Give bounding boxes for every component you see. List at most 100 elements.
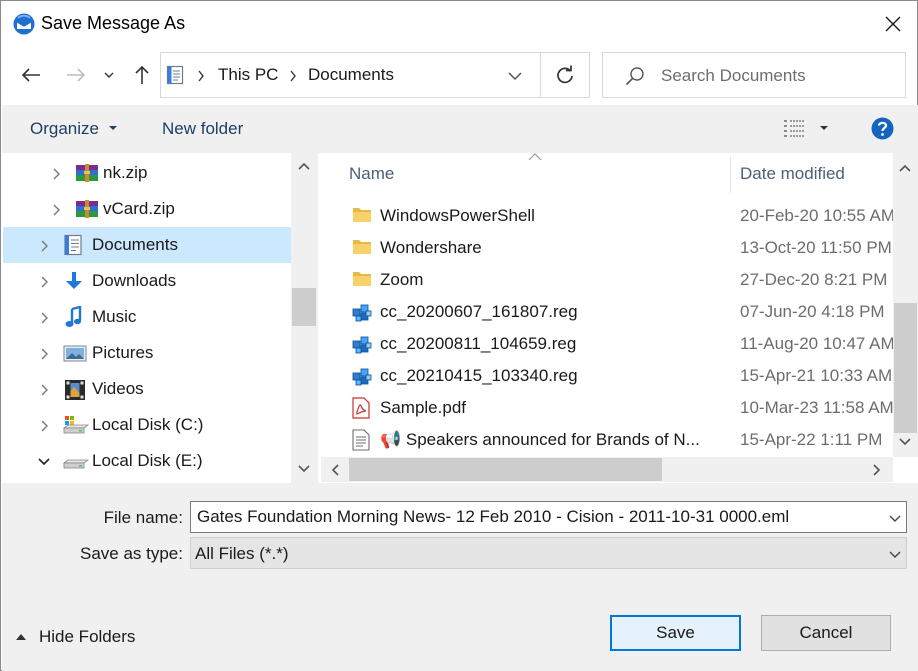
file-name-label: File name: bbox=[103, 508, 183, 527]
close-button[interactable] bbox=[873, 7, 913, 41]
local-disk-c-icon bbox=[62, 414, 90, 436]
breadcrumb-documents[interactable]: Documents bbox=[308, 65, 394, 85]
nav-item-nk-zip[interactable]: nk.zip bbox=[3, 155, 292, 191]
nav-item-label: Pictures bbox=[92, 343, 154, 362]
save-as-type-value: All Files (*.*) bbox=[195, 544, 289, 563]
navigation-pane-scrollbar[interactable] bbox=[291, 153, 318, 483]
column-header-name[interactable]: Name bbox=[349, 153, 729, 195]
column-header-date-modified[interactable]: Date modified bbox=[740, 153, 900, 195]
folder-icon bbox=[351, 269, 373, 291]
registry-file-icon bbox=[351, 333, 373, 355]
search-icon bbox=[625, 67, 644, 86]
arrow-left-icon bbox=[21, 68, 40, 82]
chevron-right-icon[interactable] bbox=[37, 274, 51, 288]
nav-item-videos[interactable]: Videos bbox=[3, 371, 292, 407]
nav-item-label: vCard.zip bbox=[103, 199, 175, 218]
nav-item-local-disk-e[interactable]: Local Disk (E:) bbox=[3, 443, 292, 479]
file-name-input[interactable] bbox=[197, 505, 877, 529]
scroll-up-arrow-icon[interactable] bbox=[899, 164, 911, 172]
horizontal-scroll-thumb[interactable] bbox=[349, 458, 662, 481]
file-date-modified: 15-Apr-22 1:11 PM bbox=[740, 430, 883, 449]
zip-archive-icon bbox=[75, 162, 98, 184]
chevron-right-icon[interactable] bbox=[49, 202, 63, 216]
file-row[interactable]: cc_20200811_104659.reg 11-Aug-20 10:47 AM bbox=[321, 328, 893, 360]
help-button[interactable] bbox=[871, 117, 894, 140]
search-box bbox=[602, 52, 906, 98]
chevron-right-icon[interactable] bbox=[37, 310, 51, 324]
cancel-button[interactable]: Cancel bbox=[761, 615, 891, 651]
chevron-right-icon[interactable] bbox=[37, 238, 51, 252]
close-icon bbox=[885, 16, 901, 32]
nav-item-label: Downloads bbox=[92, 271, 177, 290]
forward-button[interactable] bbox=[61, 59, 91, 91]
view-options-button[interactable] bbox=[781, 118, 831, 140]
file-row[interactable]: Sample.pdf 10-Mar-23 11:58 AM bbox=[321, 392, 893, 424]
save-as-type-dropdown[interactable]: All Files (*.*) bbox=[190, 537, 907, 569]
file-row[interactable]: cc_20210415_103340.reg 15-Apr-21 10:33 AM bbox=[321, 360, 893, 392]
videos-icon bbox=[63, 378, 85, 400]
text-file-icon bbox=[351, 429, 373, 451]
back-button[interactable] bbox=[16, 59, 46, 91]
zip-archive-icon bbox=[75, 198, 98, 220]
file-list-vertical-scrollbar[interactable] bbox=[893, 153, 918, 457]
chevron-right-icon[interactable] bbox=[37, 382, 51, 396]
chevron-right-icon[interactable] bbox=[49, 166, 63, 180]
refresh-button[interactable] bbox=[540, 52, 590, 98]
nav-item-local-disk-c[interactable]: Local Disk (C:) bbox=[3, 407, 292, 443]
navigation-pane: nk.zip vCard.zip Documents Downloads Music Pi… bbox=[2, 153, 318, 483]
scroll-down-arrow-icon[interactable] bbox=[899, 438, 911, 446]
scroll-right-arrow-icon[interactable] bbox=[873, 464, 881, 476]
thunderbird-app-icon bbox=[12, 12, 36, 36]
file-name: WindowsPowerShell bbox=[380, 206, 535, 225]
documents-icon bbox=[63, 234, 85, 256]
organize-menu-button[interactable]: Organize bbox=[30, 119, 118, 139]
file-name: Zoom bbox=[380, 270, 424, 289]
nav-item-documents[interactable]: Documents bbox=[3, 227, 292, 263]
nav-item-label: Music bbox=[92, 307, 137, 326]
file-name: cc_20210415_103340.reg bbox=[380, 366, 578, 385]
file-row[interactable]: Wondershare 13-Oct-20 11:50 PM bbox=[321, 232, 893, 264]
nav-item-vcard-zip[interactable]: vCard.zip bbox=[3, 191, 292, 227]
scroll-down-arrow-icon[interactable] bbox=[298, 465, 310, 473]
file-list-horizontal-scrollbar[interactable] bbox=[321, 457, 893, 482]
chevron-right-icon[interactable] bbox=[37, 346, 51, 360]
organize-label: Organize bbox=[30, 119, 99, 138]
address-bar[interactable]: This PC Documents bbox=[160, 52, 541, 98]
save-button[interactable]: Save bbox=[610, 615, 741, 651]
chevron-down-icon[interactable] bbox=[888, 512, 902, 526]
chevron-up-icon bbox=[16, 634, 26, 640]
new-folder-button[interactable]: New folder bbox=[162, 119, 243, 139]
file-row[interactable]: WindowsPowerShell 20-Feb-20 10:55 AM bbox=[321, 200, 893, 232]
file-row[interactable]: 📢 Speakers announced for Brands of N... 1… bbox=[321, 424, 893, 456]
nav-item-downloads[interactable]: Downloads bbox=[3, 263, 292, 299]
list-view-icon bbox=[784, 120, 804, 137]
scroll-up-arrow-icon[interactable] bbox=[298, 162, 310, 170]
nav-item-label: nk.zip bbox=[103, 163, 148, 182]
breadcrumb-this-pc[interactable]: This PC bbox=[218, 65, 278, 85]
up-button[interactable] bbox=[127, 59, 157, 91]
navigation-scroll-thumb[interactable] bbox=[292, 288, 316, 326]
pdf-file-icon bbox=[351, 397, 373, 419]
scroll-left-arrow-icon[interactable] bbox=[331, 464, 339, 476]
nav-item-music[interactable]: Music bbox=[3, 299, 292, 335]
nav-item-label: Local Disk (C:) bbox=[92, 415, 204, 434]
documents-location-icon bbox=[166, 65, 184, 85]
registry-file-icon bbox=[351, 365, 373, 387]
nav-item-pictures[interactable]: Pictures bbox=[3, 335, 292, 371]
file-row[interactable]: Zoom 27-Dec-20 8:21 PM bbox=[321, 264, 893, 296]
file-list-scroll-thumb[interactable] bbox=[894, 303, 917, 433]
hide-folders-button[interactable]: Hide Folders bbox=[15, 627, 135, 647]
address-history-chevron-down-icon[interactable] bbox=[508, 71, 522, 81]
file-row[interactable]: cc_20200607_161807.reg 07-Jun-20 4:18 PM bbox=[321, 296, 893, 328]
file-name: Sample.pdf bbox=[380, 398, 466, 417]
recent-locations-button[interactable] bbox=[97, 59, 121, 91]
file-name: cc_20200811_104659.reg bbox=[380, 334, 577, 353]
dialog-title: Save Message As bbox=[41, 13, 186, 33]
chevron-down-icon[interactable] bbox=[37, 454, 51, 468]
search-input[interactable] bbox=[661, 63, 897, 89]
music-icon bbox=[63, 305, 85, 328]
pictures-icon bbox=[63, 342, 87, 364]
chevron-right-icon[interactable] bbox=[37, 418, 51, 432]
local-disk-icon bbox=[62, 450, 90, 472]
file-name: Wondershare bbox=[380, 238, 482, 257]
